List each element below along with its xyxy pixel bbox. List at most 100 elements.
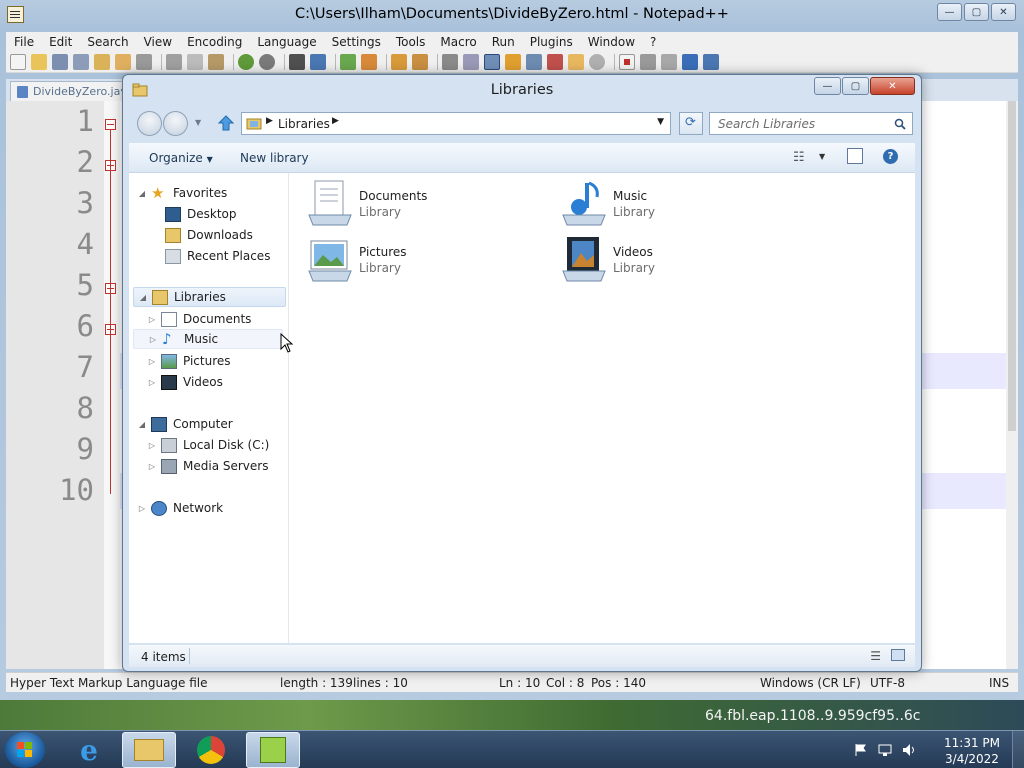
tab-dividebyzero-java[interactable]: DivideByZero.java	[10, 81, 128, 101]
explorer-minimize-button[interactable]: —	[814, 77, 841, 95]
nav-item-downloads[interactable]: Downloads	[151, 225, 253, 245]
forward-button[interactable]	[163, 111, 188, 136]
search-icon[interactable]	[894, 118, 906, 130]
zoom-out-icon[interactable]	[361, 53, 377, 70]
address-bar[interactable]: ▶ Libraries ▶ ▼	[241, 112, 671, 135]
back-button[interactable]	[137, 111, 162, 136]
collapse-arrow-icon[interactable]: ▷	[147, 462, 157, 471]
language-icon[interactable]	[505, 53, 521, 70]
minimize-button[interactable]: —	[937, 3, 962, 21]
monitoring-icon[interactable]	[589, 53, 605, 70]
menu-plugins[interactable]: Plugins	[522, 35, 580, 49]
word-wrap-icon[interactable]	[442, 53, 458, 70]
close-button[interactable]: ✕	[991, 3, 1016, 21]
collapse-arrow-icon[interactable]: ▷	[147, 315, 157, 324]
menu-tools[interactable]: Tools	[388, 35, 433, 49]
refresh-button[interactable]: ⟳	[679, 112, 703, 135]
close-file-icon[interactable]	[94, 53, 110, 70]
nav-item-desktop[interactable]: Desktop	[151, 204, 237, 224]
collapse-arrow-icon[interactable]: ▷	[147, 357, 157, 366]
view-options-chevron-icon[interactable]: ▼	[819, 152, 825, 161]
menu-settings[interactable]: Settings	[324, 35, 388, 49]
menu-help[interactable]: ?	[642, 35, 663, 49]
windows-explorer-button[interactable]	[122, 732, 176, 768]
nav-item-documents[interactable]: ▷ Documents	[147, 309, 251, 329]
menu-run[interactable]: Run	[484, 35, 522, 49]
find-icon[interactable]	[289, 53, 305, 70]
menu-window[interactable]: Window	[580, 35, 642, 49]
nav-item-favorites[interactable]: ◢ ★ Favorites	[137, 183, 227, 203]
notepad-title-bar[interactable]: C:\Users\Ilham\Documents\DivideByZero.ht…	[0, 0, 1024, 32]
notepad-plus-plus-button[interactable]	[246, 732, 300, 768]
recent-pages-chevron-icon[interactable]: ▼	[195, 118, 201, 127]
cut-icon[interactable]	[166, 53, 182, 70]
doc-map-icon[interactable]	[526, 53, 542, 70]
chrome-button[interactable]	[184, 732, 238, 768]
menu-edit[interactable]: Edit	[41, 35, 79, 49]
collapse-arrow-icon[interactable]: ▷	[148, 335, 158, 344]
stop-macro-icon[interactable]	[640, 53, 656, 70]
nav-item-videos[interactable]: ▷ Videos	[147, 372, 223, 392]
nav-item-libraries[interactable]: ◢ Libraries	[133, 287, 286, 307]
network-status-icon[interactable]	[878, 743, 892, 757]
collapse-arrow-icon[interactable]: ▷	[137, 504, 147, 513]
breadcrumb-separator-icon[interactable]: ▶	[332, 116, 339, 126]
expand-arrow-icon[interactable]: ◢	[137, 189, 147, 198]
maximize-button[interactable]: ▢	[964, 3, 989, 21]
expand-arrow-icon[interactable]: ◢	[138, 293, 148, 302]
preview-pane-icon[interactable]	[847, 148, 863, 164]
undo-icon[interactable]	[238, 53, 254, 70]
sync-horizontal-icon[interactable]	[412, 53, 428, 70]
volume-icon[interactable]	[902, 743, 916, 757]
breadcrumb-libraries[interactable]: Libraries	[278, 117, 330, 131]
action-center-flag-icon[interactable]	[854, 743, 868, 757]
explorer-maximize-button[interactable]: ▢	[842, 77, 869, 95]
nav-item-media-servers[interactable]: ▷ Media Servers	[147, 456, 268, 476]
expand-arrow-icon[interactable]: ◢	[137, 420, 147, 429]
zoom-in-icon[interactable]	[340, 53, 356, 70]
menu-view[interactable]: View	[136, 35, 179, 49]
save-icon[interactable]	[52, 53, 68, 70]
address-dropdown-icon[interactable]: ▼	[657, 117, 664, 127]
help-icon[interactable]: ?	[883, 149, 898, 164]
play-multiple-icon[interactable]	[682, 53, 698, 70]
change-view-icon[interactable]: ☷	[793, 150, 805, 165]
save-macro-icon[interactable]	[703, 53, 719, 70]
library-music[interactable]: Music Library	[559, 179, 759, 229]
show-desktop-button[interactable]	[1012, 731, 1024, 768]
menu-macro[interactable]: Macro	[432, 35, 483, 49]
close-all-icon[interactable]	[115, 53, 131, 70]
replace-icon[interactable]	[310, 53, 326, 70]
nav-item-recent-places[interactable]: Recent Places	[151, 246, 270, 266]
library-pictures[interactable]: Pictures Library	[305, 235, 505, 285]
menu-encoding[interactable]: Encoding	[179, 35, 249, 49]
nav-item-local-disk[interactable]: ▷ Local Disk (C:)	[147, 435, 269, 455]
up-arrow-icon[interactable]	[217, 114, 235, 132]
large-icons-view-icon[interactable]	[891, 649, 905, 661]
start-button[interactable]	[5, 732, 45, 768]
nav-item-network[interactable]: ▷ Network	[137, 498, 223, 518]
editor-scrollbar[interactable]	[1006, 101, 1018, 669]
redo-icon[interactable]	[259, 53, 275, 70]
copy-icon[interactable]	[187, 53, 203, 70]
paste-icon[interactable]	[208, 53, 224, 70]
collapse-arrow-icon[interactable]: ▷	[147, 378, 157, 387]
explorer-close-button[interactable]: ✕	[870, 77, 915, 95]
libraries-title-bar[interactable]: Libraries — ▢ ✕	[123, 75, 921, 105]
internet-explorer-button[interactable]: e	[62, 732, 116, 768]
fold-collapse-icon[interactable]	[105, 119, 116, 130]
nav-item-music[interactable]: ▷ ♪ Music	[133, 329, 283, 349]
new-file-icon[interactable]	[10, 53, 26, 70]
scrollbar-thumb[interactable]	[1008, 101, 1016, 431]
menu-file[interactable]: File	[6, 35, 41, 49]
show-all-chars-icon[interactable]	[463, 53, 479, 70]
clock[interactable]: 11:31 PM 3/4/2022	[944, 735, 1000, 767]
indent-guide-icon[interactable]	[484, 53, 500, 70]
organize-button[interactable]: Organize ▼	[149, 151, 213, 165]
menu-language[interactable]: Language	[249, 35, 323, 49]
print-icon[interactable]	[136, 53, 152, 70]
collapse-arrow-icon[interactable]: ▷	[147, 441, 157, 450]
library-videos[interactable]: Videos Library	[559, 235, 759, 285]
details-view-icon[interactable]: ☰	[870, 649, 881, 663]
menu-search[interactable]: Search	[79, 35, 135, 49]
